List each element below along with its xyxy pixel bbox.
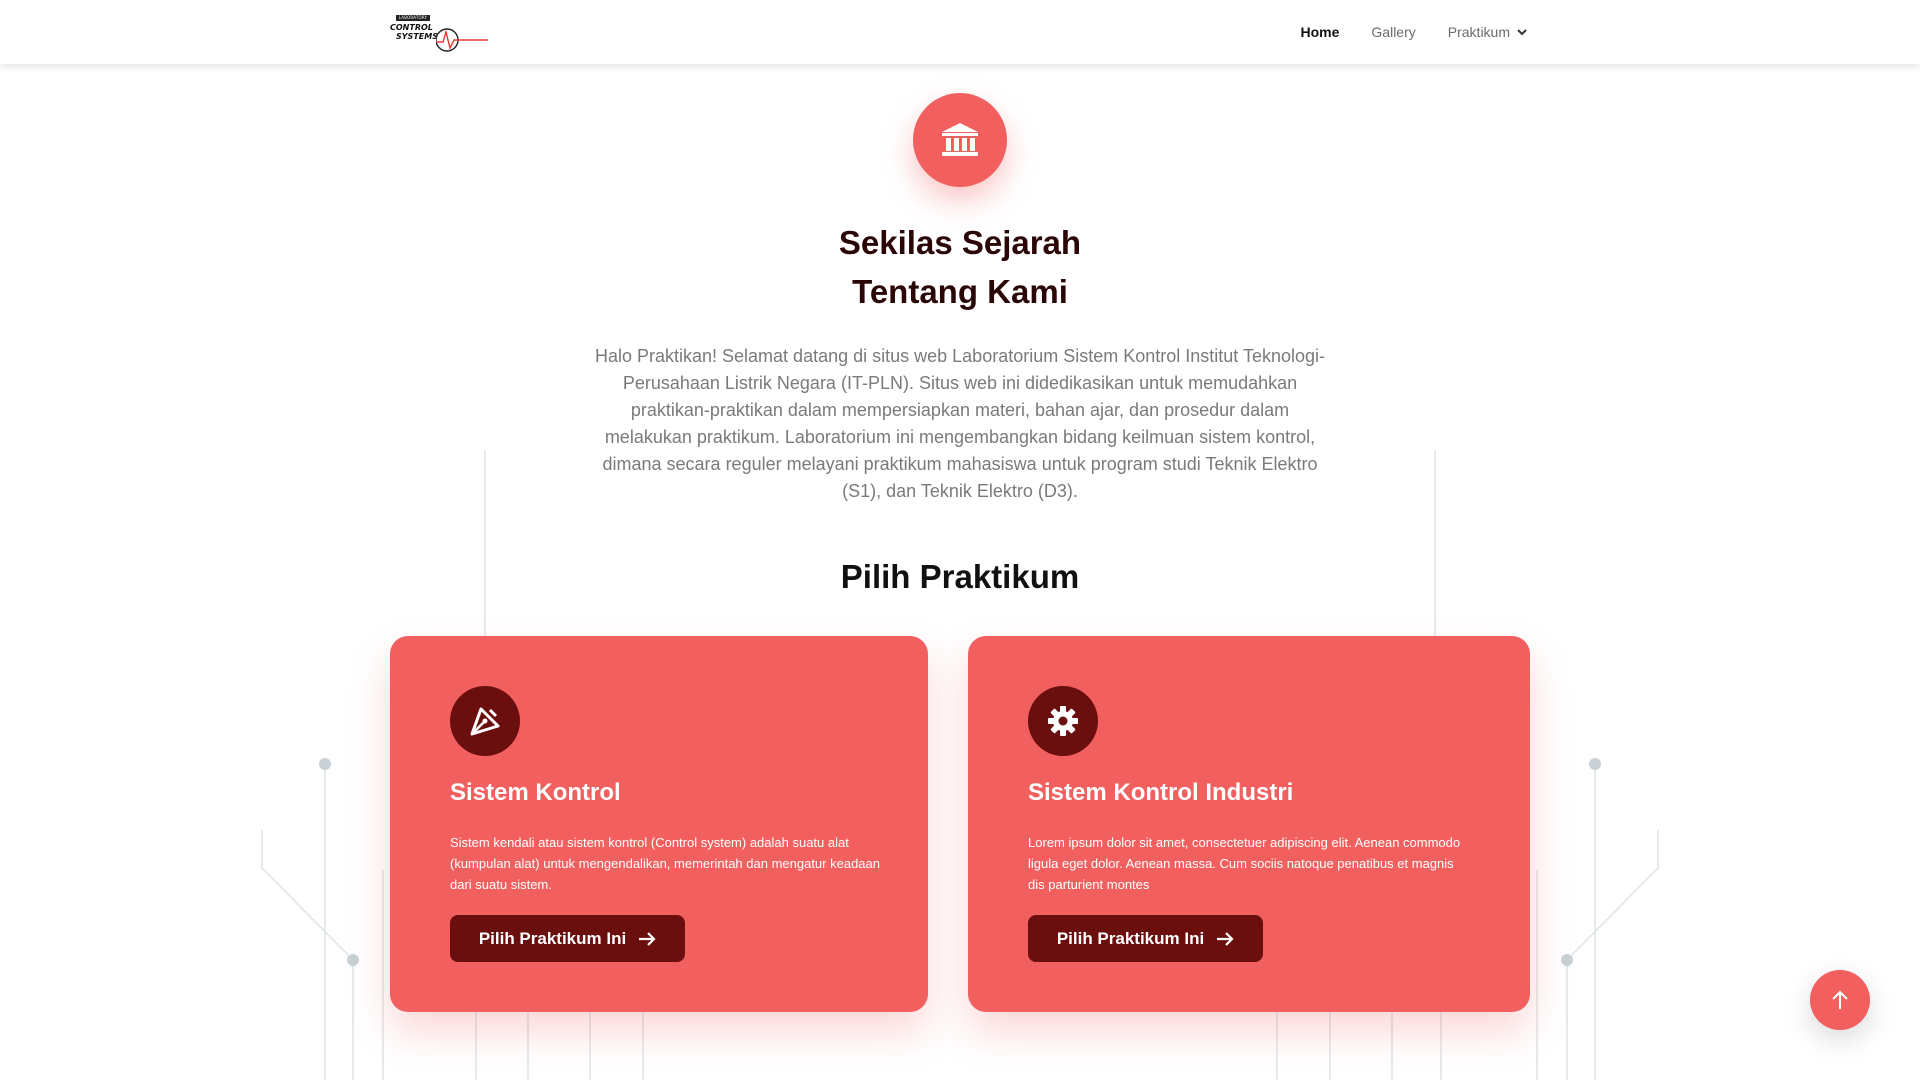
nav-home[interactable]: Home xyxy=(1301,24,1340,40)
arrow-up-icon xyxy=(1832,990,1848,1009)
gear-icon xyxy=(1028,686,1098,756)
pilih-praktikum-button[interactable]: Pilih Praktikum Ini xyxy=(1028,915,1263,962)
pen-tool-icon xyxy=(450,686,520,756)
card-sistem-kontrol: Sistem Kontrol Sistem kendali atau siste… xyxy=(390,636,928,1012)
button-label: Pilih Praktikum Ini xyxy=(1056,928,1205,948)
card-title: Sistem Kontrol Industri xyxy=(1028,779,1294,806)
arrow-right-icon xyxy=(1217,931,1234,946)
main-nav: Home Gallery Praktikum xyxy=(1301,0,1529,64)
card-title: Sistem Kontrol xyxy=(450,779,621,806)
navbar: LABORATORY CONTROL SYSTEMS Home Gallery … xyxy=(0,0,1920,64)
nav-home-label: Home xyxy=(1300,24,1340,40)
nav-praktikum-label: Praktikum xyxy=(1447,24,1510,40)
logo-line-1: CONTROL xyxy=(390,23,433,32)
card-description: Sistem kendali atau sistem kontrol (Cont… xyxy=(450,835,880,892)
nav-gallery[interactable]: Gallery xyxy=(1371,24,1415,40)
logo-tag: LABORATORY xyxy=(396,15,430,21)
card-description: Lorem ipsum dolor sit amet, consectetuer… xyxy=(1028,835,1461,892)
chevron-down-icon xyxy=(1517,29,1527,36)
page-title-line-2: Tentang Kami xyxy=(852,273,1068,310)
logo-signal-icon xyxy=(436,28,488,52)
lab-logo[interactable]: LABORATORY CONTROL SYSTEMS xyxy=(388,12,488,52)
institution-icon xyxy=(913,93,1007,187)
pilih-praktikum-button[interactable]: Pilih Praktikum Ini xyxy=(450,915,685,962)
scroll-to-top-button[interactable] xyxy=(1810,970,1870,1030)
arrow-right-icon xyxy=(639,931,656,946)
logo-line-2: SYSTEMS xyxy=(396,32,438,41)
card-sistem-kontrol-industri: Sistem Kontrol Industri Lorem ipsum dolo… xyxy=(968,636,1530,1012)
page-title-line-1: Sekilas Sejarah xyxy=(838,224,1082,261)
page-title: Sekilas Sejarah Tentang Kami xyxy=(660,218,1260,316)
section-title-praktikum: Pilih Praktikum xyxy=(840,558,1080,595)
nav-praktikum-dropdown[interactable]: Praktikum xyxy=(1448,24,1528,40)
button-label: Pilih Praktikum Ini xyxy=(478,928,627,948)
about-description: Halo Praktikan! Selamat datang di situs … xyxy=(594,346,1326,501)
nav-gallery-label: Gallery xyxy=(1371,24,1416,40)
